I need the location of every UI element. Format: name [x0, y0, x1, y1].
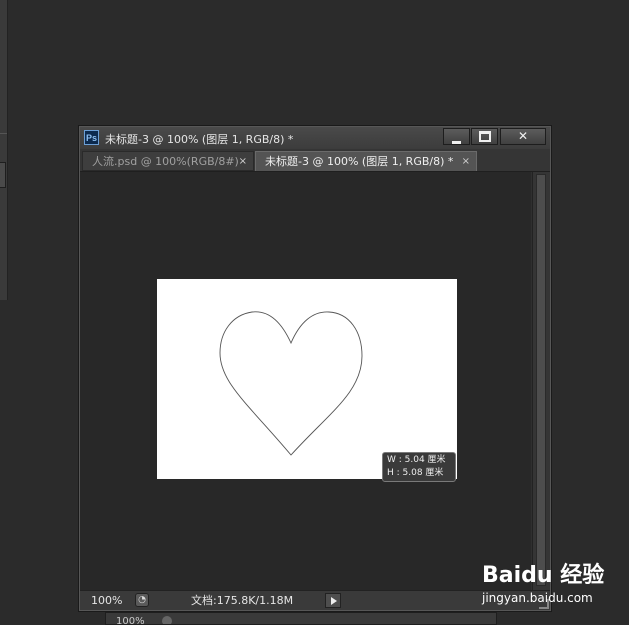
baidu-watermark: Baidu 经验 jingyan.baidu.com: [482, 557, 627, 617]
tab-untitled-3[interactable]: 未标题-3 @ 100% (图层 1, RGB/8) * ×: [255, 151, 477, 171]
photoshop-app-icon: Ps: [84, 130, 99, 145]
document-size-info: 文档:175.8K/1.18M: [191, 594, 294, 607]
window-titlebar[interactable]: Ps 未标题-3 @ 100% (图层 1, RGB/8) * ✕: [80, 127, 550, 149]
close-icon: ✕: [517, 129, 529, 143]
maximize-icon: [478, 131, 491, 142]
zoom-menu-icon[interactable]: ◔: [135, 593, 149, 607]
heart-icon: [219, 311, 363, 456]
zoom-level[interactable]: 100%: [91, 591, 122, 610]
minimize-icon: [452, 141, 461, 144]
tab-close-icon[interactable]: ×: [239, 152, 247, 171]
background-zoom-level: 100%: [116, 616, 145, 625]
status-menu-arrow-icon[interactable]: [325, 593, 341, 608]
tooltip-width: W : 5.04 厘米: [387, 455, 446, 465]
tooltip-height: H : 5.08 厘米: [387, 468, 444, 478]
minimize-button[interactable]: [443, 128, 470, 145]
tab-label: 人流.psd @ 100%(RGB/8#): [92, 155, 239, 168]
maximize-button[interactable]: [471, 128, 498, 145]
canvas-workspace[interactable]: W : 5.04 厘米 H : 5.08 厘米: [80, 172, 531, 590]
tab-renliu-psd[interactable]: 人流.psd @ 100%(RGB/8#) ×: [82, 151, 254, 171]
document-canvas[interactable]: [157, 279, 457, 479]
status-bar: 100% ◔ 文档:175.8K/1.18M: [80, 590, 550, 610]
background-zoom-icon: [162, 616, 172, 624]
watermark-brand: Baidu 经验: [482, 563, 605, 588]
left-panel-collapse-handle[interactable]: [0, 162, 6, 188]
vertical-scrollbar[interactable]: [532, 172, 550, 590]
close-button[interactable]: ✕: [500, 128, 546, 145]
scrollbar-thumb[interactable]: [536, 174, 546, 586]
document-tab-bar: 人流.psd @ 100%(RGB/8#) × 未标题-3 @ 100% (图层…: [80, 149, 550, 172]
left-panel-divider: [0, 133, 7, 134]
tab-close-icon[interactable]: ×: [462, 152, 470, 171]
dimension-tooltip: W : 5.04 厘米 H : 5.08 厘米: [382, 452, 456, 482]
document-window: Ps 未标题-3 @ 100% (图层 1, RGB/8) * ✕ 人流.psd…: [79, 126, 551, 611]
watermark-url: jingyan.baidu.com: [482, 591, 593, 605]
tab-label: 未标题-3 @ 100% (图层 1, RGB/8) *: [265, 155, 454, 168]
left-panel-edge: [0, 0, 8, 300]
background-document-statusbar: 100%: [105, 612, 497, 625]
window-title: 未标题-3 @ 100% (图层 1, RGB/8) *: [105, 133, 294, 146]
